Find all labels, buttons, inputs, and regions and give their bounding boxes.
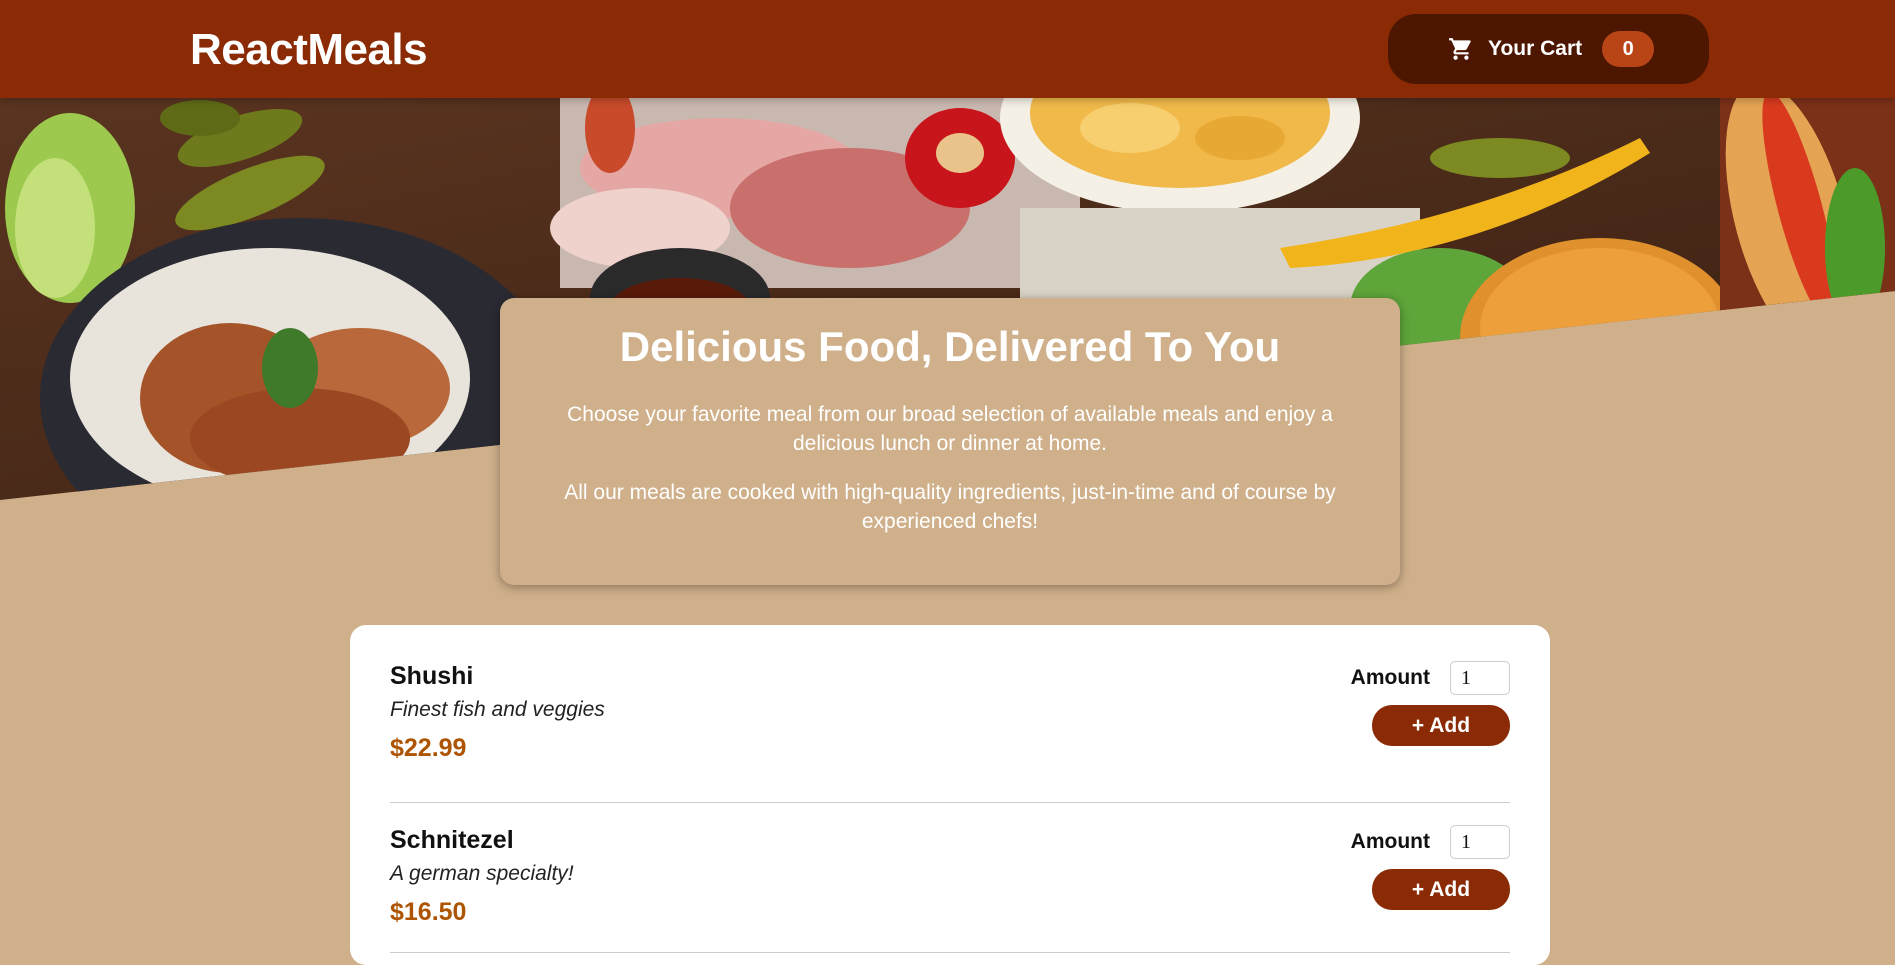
- summary-paragraph-2: All our meals are cooked with high-quali…: [564, 481, 1336, 533]
- amount-input[interactable]: [1450, 661, 1510, 695]
- amount-input[interactable]: [1450, 825, 1510, 859]
- cart-label: Your Cart: [1488, 37, 1583, 60]
- meal-item: Shushi Finest fish and veggies $22.99 Am…: [390, 653, 1510, 803]
- meal-add-form: Amount + Add: [1351, 661, 1510, 802]
- meal-add-form: Amount + Add: [1351, 825, 1510, 952]
- amount-row: Amount: [1351, 661, 1510, 695]
- cart-icon: [1448, 36, 1474, 62]
- meal-info: Schnitezel A german specialty! $16.50: [390, 825, 574, 952]
- add-to-cart-button[interactable]: + Add: [1372, 869, 1510, 910]
- amount-row: Amount: [1351, 825, 1510, 859]
- app-header: ReactMeals Your Cart 0: [0, 0, 1895, 98]
- meal-description: A german specialty!: [390, 862, 574, 885]
- meal-info: Shushi Finest fish and veggies $22.99: [390, 661, 605, 802]
- meal-name: Shushi: [390, 662, 474, 690]
- cart-count-badge: 0: [1602, 31, 1655, 67]
- meal-price: $16.50: [390, 898, 467, 926]
- amount-label: Amount: [1350, 830, 1430, 853]
- meal-name: Schnitezel: [390, 826, 514, 854]
- meal-item: Schnitezel A german specialty! $16.50 Am…: [390, 803, 1510, 953]
- meals-summary-card: Delicious Food, Delivered To You Choose …: [500, 298, 1400, 585]
- available-meals-list: Shushi Finest fish and veggies $22.99 Am…: [350, 625, 1550, 965]
- summary-paragraph-1: Choose your favorite meal from our broad…: [567, 403, 1333, 455]
- amount-label: Amount: [1350, 666, 1430, 689]
- meal-price: $22.99: [390, 734, 467, 762]
- summary-title: Delicious Food, Delivered To You: [619, 323, 1281, 370]
- app-logo: ReactMeals: [190, 25, 428, 74]
- add-to-cart-button[interactable]: + Add: [1372, 705, 1510, 746]
- meal-description: Finest fish and veggies: [390, 698, 605, 721]
- cart-button[interactable]: Your Cart 0: [1388, 14, 1709, 84]
